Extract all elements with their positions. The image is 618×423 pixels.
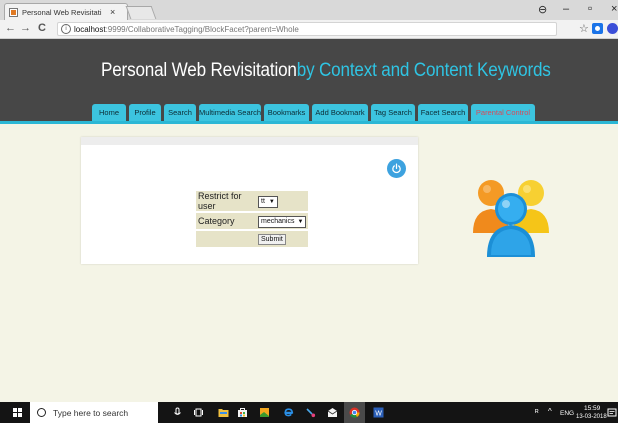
bookmark-star-icon[interactable]: ☆	[579, 22, 589, 35]
svg-text:W: W	[375, 411, 382, 418]
chrome-icon[interactable]	[349, 407, 360, 418]
site-title: Personal Web Revisitationby Context and …	[101, 60, 551, 82]
restore-button[interactable]: ▫	[588, 1, 592, 15]
nav-tab-multimedia-search[interactable]: Multimedia Search	[199, 104, 261, 121]
restrict-user-value: tt	[261, 197, 265, 205]
submit-button[interactable]: Submit	[258, 234, 286, 245]
clock-time[interactable]: 15:59	[584, 405, 600, 412]
dropdown-arrow-icon: ▼	[268, 198, 275, 205]
nav-tab-search[interactable]: Search	[164, 104, 196, 121]
app-icon[interactable]	[259, 407, 270, 418]
nav-tab-facet-search[interactable]: Facet Search	[418, 104, 468, 121]
category-label: Category	[196, 213, 256, 229]
header-divider	[0, 121, 618, 124]
users-group-icon	[473, 180, 549, 257]
form-row-category: Category mechanics ▼	[196, 213, 309, 229]
logout-button[interactable]	[387, 159, 406, 178]
windows-start-icon[interactable]	[13, 408, 22, 417]
page-favicon-icon	[9, 7, 18, 17]
site-title-main: Personal Web Revisitation	[101, 60, 297, 81]
dropdown-arrow-icon: ▼	[297, 218, 304, 225]
mail-icon[interactable]	[327, 407, 338, 418]
extension-icon[interactable]	[592, 23, 603, 34]
store-icon[interactable]	[237, 407, 248, 418]
nav-tab-profile[interactable]: Profile	[129, 104, 161, 121]
back-arrow-icon[interactable]: ←	[5, 22, 16, 34]
close-window-button[interactable]: ×	[611, 3, 617, 15]
clock-date[interactable]: 13-03-2018	[576, 414, 607, 420]
file-explorer-icon[interactable]	[218, 407, 229, 418]
internet-explorer-icon[interactable]	[283, 407, 294, 418]
restrict-user-label: Restrict for user	[196, 191, 256, 211]
notifications-icon[interactable]	[607, 408, 617, 418]
power-icon	[392, 163, 401, 174]
form-row-submit: Submit	[196, 231, 309, 247]
site-title-subtitle: by Context and Content Keywords	[296, 60, 551, 81]
form-row-restrict: Restrict for user tt ▼	[196, 191, 309, 211]
nav-tab-home[interactable]: Home	[92, 104, 126, 121]
category-value: mechanics	[261, 217, 295, 225]
browser-tab-bar: Personal Web Revisitati × ⊖ – ▫ ×	[0, 0, 618, 20]
parental-control-form: Restrict for user tt ▼ Category mechanics…	[196, 189, 309, 249]
extension-icon[interactable]	[607, 23, 618, 34]
cortana-icon	[37, 408, 46, 417]
new-tab-button[interactable]	[125, 6, 157, 19]
task-view-icon[interactable]	[193, 407, 204, 418]
panel-header-strip	[81, 137, 418, 145]
account-icon[interactable]: ⊖	[538, 3, 547, 16]
paint-brush-icon[interactable]	[305, 407, 316, 418]
reload-icon[interactable]: C	[38, 22, 46, 34]
nav-tab-add-bookmark[interactable]: Add Bookmark	[312, 104, 368, 121]
address-bar: ← → C i localhost:9999/CollaborativeTagg…	[0, 20, 618, 39]
nav-tab-tag-search[interactable]: Tag Search	[371, 104, 415, 121]
content-panel: Restrict for user tt ▼ Category mechanics…	[81, 137, 418, 264]
restrict-user-select[interactable]: tt ▼	[258, 195, 278, 208]
nav-tab-bookmarks[interactable]: Bookmarks	[264, 104, 309, 121]
browser-tab[interactable]: Personal Web Revisitati ×	[4, 3, 128, 20]
main-nav: Home Profile Search Multimedia Search Bo…	[92, 104, 538, 121]
tab-close-icon[interactable]: ×	[110, 7, 115, 17]
url-input[interactable]: i localhost:9999/CollaborativeTagging/Bl…	[57, 22, 557, 36]
tab-title: Personal Web Revisitati	[22, 7, 102, 17]
minimize-button[interactable]: –	[563, 3, 569, 15]
os-taskbar: Type here to search W ᴿ ^ ENG 15:59 13-0…	[0, 402, 618, 423]
microphone-icon[interactable]	[172, 407, 183, 418]
url-path: :9999/CollaborativeTagging/BlockFacet?pa…	[105, 24, 299, 34]
word-icon[interactable]: W	[373, 407, 384, 418]
url-host: localhost	[74, 24, 106, 34]
category-select[interactable]: mechanics ▼	[258, 215, 307, 228]
nav-tab-parental-control[interactable]: Parental Control	[471, 104, 535, 121]
tray-chevron-icon[interactable]: ^	[548, 407, 552, 416]
forward-arrow-icon[interactable]: →	[20, 22, 31, 34]
language-indicator[interactable]: ENG	[560, 410, 574, 417]
taskbar-search-input[interactable]: Type here to search	[30, 402, 158, 423]
people-tray-icon[interactable]: ᴿ	[535, 408, 539, 417]
taskbar-search-placeholder: Type here to search	[53, 407, 129, 418]
info-icon[interactable]: i	[61, 24, 71, 34]
